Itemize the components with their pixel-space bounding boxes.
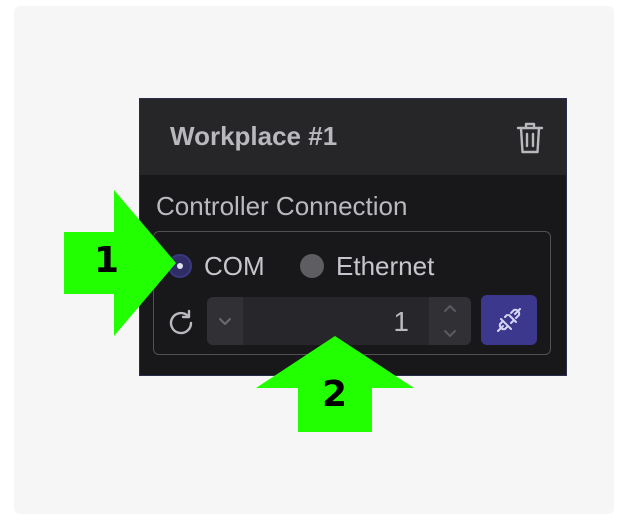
panel-header: Workplace #1 [140, 99, 566, 175]
connect-button[interactable] [481, 295, 537, 345]
radio-com-label: COM [204, 250, 265, 281]
plug-connect-icon [497, 308, 521, 332]
radio-ethernet[interactable]: Ethernet [300, 250, 435, 281]
callout-2-number: 2 [322, 374, 348, 415]
radio-unchecked-icon [300, 254, 324, 278]
trash-icon[interactable] [514, 119, 546, 157]
callout-2: 2 [256, 336, 414, 432]
callout-1-number: 1 [94, 240, 120, 281]
arrow-right-icon [64, 190, 176, 336]
controller-connection-label: Controller Connection [156, 191, 408, 221]
radio-com[interactable]: COM [168, 250, 265, 281]
chevron-down-small-icon[interactable] [429, 321, 471, 345]
port-value: 1 [393, 306, 409, 337]
workplace-panel: Workplace #1 Controller Connection COM E… [139, 98, 567, 376]
radio-ethernet-label: Ethernet [336, 250, 435, 281]
port-spinner [429, 297, 471, 345]
panel-title: Workplace #1 [170, 121, 338, 151]
callout-1: 1 [64, 190, 176, 336]
chevron-up-icon[interactable] [429, 297, 471, 321]
chevron-down-icon[interactable] [207, 297, 243, 345]
